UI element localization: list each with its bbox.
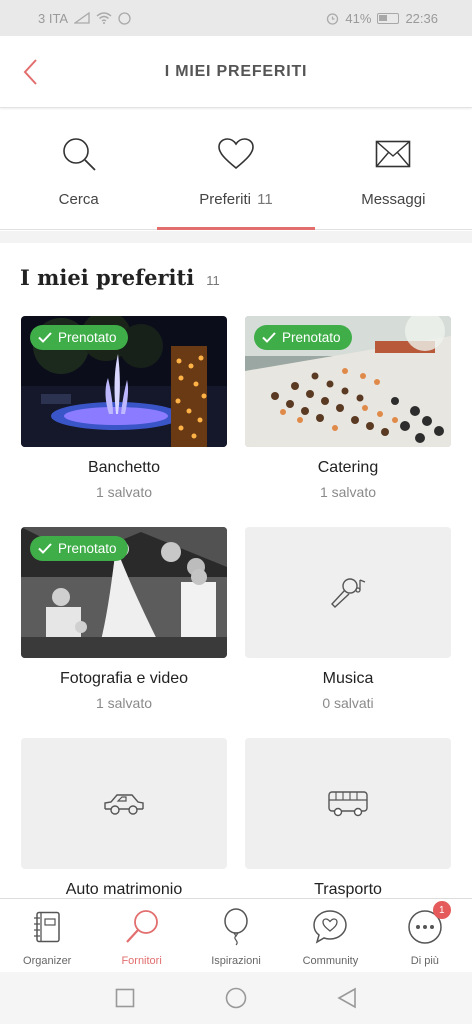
alarm-icon — [327, 12, 339, 25]
booked-badge: Prenotato — [30, 536, 128, 561]
card-musica[interactable]: Musica 0 salvati — [245, 527, 451, 711]
nav-label: Ispirazioni — [211, 955, 261, 967]
chevron-left-icon — [23, 59, 37, 85]
separator — [0, 231, 472, 243]
card-title: Catering — [317, 459, 379, 476]
card-image — [21, 738, 227, 869]
card-image: Prenotato — [21, 527, 227, 658]
whatsapp-icon — [118, 11, 131, 25]
section-title: I miei preferiti — [20, 265, 195, 290]
card-banchetto[interactable]: Prenotato Banchetto 1 salvato — [21, 316, 227, 500]
favorites-content[interactable]: I miei preferiti 11 Prenotato Banchetto … — [0, 243, 472, 898]
square-icon — [116, 988, 135, 1008]
tab-messaggi[interactable]: Messaggi — [315, 110, 472, 229]
triangle-back-icon — [337, 987, 356, 1009]
check-icon — [262, 332, 276, 343]
card-saved-count: 1 salvato — [319, 484, 377, 500]
system-back-button[interactable] — [327, 978, 367, 1018]
nav-fornitori[interactable]: Fornitori — [94, 899, 188, 972]
nav-label: Di più — [410, 955, 439, 967]
page-title: I MIEI PREFERITI — [164, 62, 308, 80]
clock: 22:36 — [405, 10, 438, 26]
card-catering[interactable]: Prenotato Catering 1 salvato — [245, 316, 451, 500]
card-image — [245, 527, 451, 658]
card-title: Banchetto — [87, 459, 161, 476]
microphone-icon — [331, 577, 366, 608]
nav-label: Fornitori — [121, 955, 162, 967]
bottom-nav: Organizer Fornitori Ispirazioni Communit… — [0, 898, 472, 972]
heart-icon — [218, 138, 254, 170]
booked-badge: Prenotato — [254, 325, 352, 350]
card-saved-count: 0 salvati — [322, 695, 374, 711]
card-fotografia[interactable]: Prenotato Fotografia e video 1 salvato — [21, 527, 227, 711]
app-header: I MIEI PREFERITI — [0, 36, 472, 108]
card-title: Musica — [322, 670, 374, 687]
nav-ispirazioni[interactable]: Ispirazioni — [189, 899, 283, 972]
nav-community[interactable]: Community — [283, 899, 377, 972]
battery-percent: 41% — [345, 10, 372, 26]
circle-icon — [225, 987, 247, 1009]
section-count: 11 — [206, 273, 220, 288]
check-icon — [38, 332, 52, 343]
card-trasporto[interactable]: Trasporto — [245, 738, 451, 898]
battery-icon — [377, 12, 400, 24]
tab-label: Messaggi — [361, 191, 426, 208]
system-navigation-bar — [0, 972, 472, 1024]
section-header: I miei preferiti 11 — [20, 265, 220, 290]
signal-icon — [74, 12, 90, 24]
top-tabs: Cerca Preferiti 11 Messaggi — [0, 110, 472, 230]
bus-icon — [328, 790, 368, 816]
tab-label: Cerca — [58, 191, 99, 208]
card-image — [245, 738, 451, 869]
wifi-icon — [96, 12, 112, 24]
notification-badge: 1 — [432, 901, 451, 919]
notebook-icon — [34, 911, 60, 943]
card-image: Prenotato — [245, 316, 451, 447]
card-title: Fotografia e video — [59, 670, 189, 687]
card-title: Trasporto — [314, 881, 382, 898]
check-icon — [38, 543, 52, 554]
car-icon — [104, 793, 144, 815]
search-icon — [62, 138, 96, 171]
nav-label: Organizer — [23, 955, 72, 967]
nav-di-piu[interactable]: 1 Di più — [378, 899, 472, 972]
nav-organizer[interactable]: Organizer — [0, 899, 94, 972]
nav-label: Community — [302, 955, 359, 967]
booked-badge: Prenotato — [30, 325, 128, 350]
tab-preferiti[interactable]: Preferiti 11 — [157, 110, 315, 230]
tab-label: Preferiti — [199, 191, 251, 208]
carrier-label: 3 ITA — [38, 10, 69, 26]
status-bar: 3 ITA 41% 22:36 — [0, 0, 472, 36]
back-button[interactable] — [12, 54, 48, 90]
recents-button[interactable] — [105, 978, 145, 1018]
card-image: Prenotato — [21, 316, 227, 447]
tab-count: 11 — [257, 191, 273, 208]
home-button[interactable] — [216, 978, 256, 1018]
card-saved-count: 1 salvato — [95, 695, 153, 711]
card-auto-matrimonio[interactable]: Auto matrimonio — [21, 738, 227, 898]
chat-heart-icon — [313, 910, 348, 944]
card-saved-count: 1 salvato — [95, 484, 153, 500]
card-title: Auto matrimonio — [65, 881, 183, 898]
tab-cerca[interactable]: Cerca — [0, 110, 157, 229]
magnifier-icon — [125, 910, 158, 943]
envelope-icon — [376, 140, 411, 168]
balloon-icon — [224, 908, 248, 946]
